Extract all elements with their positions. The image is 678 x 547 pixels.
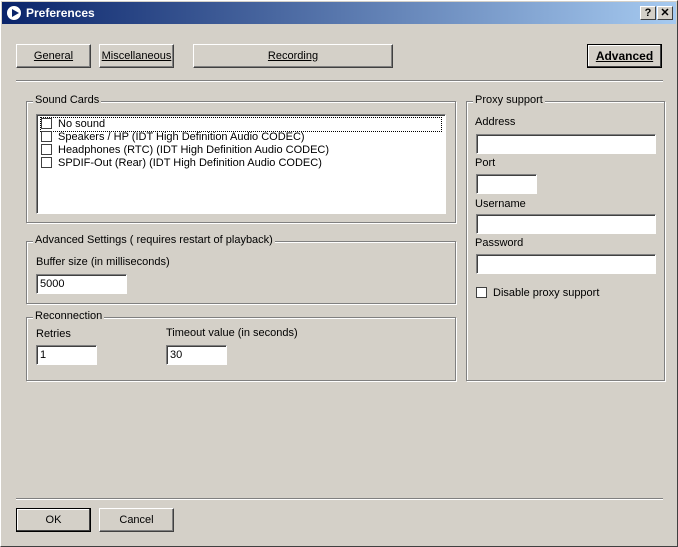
cancel-button[interactable]: Cancel <box>99 508 174 532</box>
app-play-icon <box>6 5 22 21</box>
proxy-support-legend: Proxy support <box>473 94 545 106</box>
tab-recording[interactable]: Recording <box>193 44 393 68</box>
retries-label: Retries <box>36 328 71 340</box>
top-separator <box>16 80 663 82</box>
address-label: Address <box>475 116 516 128</box>
buffer-size-input[interactable] <box>36 274 127 294</box>
reconnection-legend: Reconnection <box>33 310 105 322</box>
sound-card-item[interactable]: Speakers / HP (IDT High Definition Audio… <box>41 131 305 144</box>
preferences-window: Preferences ? ✕ General Miscellaneous Re… <box>0 0 678 547</box>
sound-cards-legend: Sound Cards <box>33 94 102 106</box>
proxy-support-group: Proxy support Address Port Username Pass… <box>466 94 665 381</box>
tab-advanced[interactable]: Advanced <box>587 44 662 68</box>
tab-advanced-label: Advanced <box>595 49 654 63</box>
username-input[interactable] <box>476 214 656 234</box>
sound-card-label: Headphones (RTC) (IDT High Definition Au… <box>58 144 330 156</box>
port-input[interactable] <box>476 174 537 194</box>
sound-card-checkbox[interactable] <box>41 157 52 168</box>
title-bar[interactable]: Preferences ? ✕ <box>2 2 676 24</box>
advanced-settings-group: Advanced Settings ( requires restart of … <box>26 234 456 304</box>
sound-card-label: No sound <box>58 118 106 130</box>
close-button[interactable]: ✕ <box>657 6 673 20</box>
sound-card-checkbox[interactable] <box>41 144 52 155</box>
tab-general-label: General <box>33 50 74 62</box>
window-title: Preferences <box>26 6 95 20</box>
disable-proxy-checkbox[interactable] <box>476 287 487 298</box>
tab-miscellaneous-label: Miscellaneous <box>101 50 172 62</box>
sound-card-checkbox[interactable] <box>41 131 52 142</box>
ok-button[interactable]: OK <box>16 508 91 532</box>
timeout-label: Timeout value (in seconds) <box>166 327 298 339</box>
password-input[interactable] <box>476 254 656 274</box>
retries-input[interactable] <box>36 345 97 365</box>
buffer-size-label: Buffer size (in milliseconds) <box>36 256 170 268</box>
bottom-separator <box>16 498 663 500</box>
sound-cards-group: Sound Cards No sound Speakers / HP (IDT … <box>26 94 456 223</box>
password-label: Password <box>475 237 524 249</box>
disable-proxy-option[interactable]: Disable proxy support <box>476 287 599 299</box>
sound-card-item[interactable]: Headphones (RTC) (IDT High Definition Au… <box>41 144 329 157</box>
sound-cards-list[interactable]: No sound Speakers / HP (IDT High Definit… <box>36 114 446 214</box>
address-input[interactable] <box>476 134 656 154</box>
tab-general[interactable]: General <box>16 44 91 68</box>
disable-proxy-label: Disable proxy support <box>493 287 600 299</box>
sound-card-item[interactable]: No sound <box>40 117 442 132</box>
port-label: Port <box>475 157 496 169</box>
timeout-input[interactable] <box>166 345 227 365</box>
tab-recording-label: Recording <box>267 50 319 62</box>
advanced-settings-legend: Advanced Settings ( requires restart of … <box>33 234 275 246</box>
sound-card-label: Speakers / HP (IDT High Definition Audio… <box>58 131 305 143</box>
sound-card-item[interactable]: SPDIF-Out (Rear) (IDT High Definition Au… <box>41 157 322 170</box>
sound-card-label: SPDIF-Out (Rear) (IDT High Definition Au… <box>58 157 322 169</box>
username-label: Username <box>475 198 526 210</box>
reconnection-group: Reconnection Retries Timeout value (in s… <box>26 310 456 381</box>
help-button[interactable]: ? <box>640 6 656 20</box>
tab-miscellaneous[interactable]: Miscellaneous <box>99 44 174 68</box>
sound-card-checkbox[interactable] <box>41 118 52 129</box>
